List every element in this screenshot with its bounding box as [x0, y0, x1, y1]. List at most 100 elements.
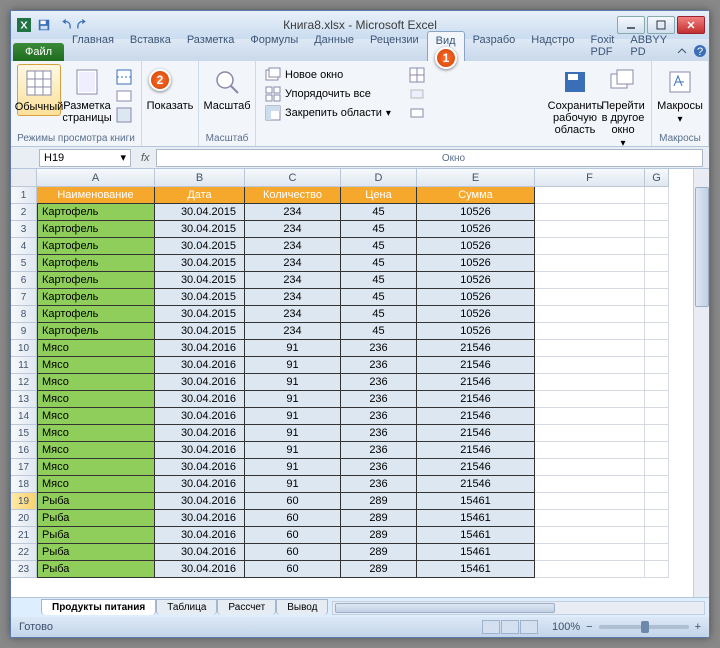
macros-button[interactable]: Макросы ▾ — [658, 64, 702, 127]
tab-foxit pdf[interactable]: Foxit PDF — [583, 31, 623, 61]
cell[interactable]: 60 — [245, 510, 341, 527]
cell[interactable]: Дата — [155, 187, 245, 204]
cell[interactable]: 21546 — [417, 340, 535, 357]
cell[interactable]: 30.04.2016 — [155, 527, 245, 544]
new-window-button[interactable]: Новое окно — [262, 66, 394, 84]
cell[interactable]: 234 — [245, 323, 341, 340]
cell[interactable]: Мясо — [37, 340, 155, 357]
cell[interactable]: 30.04.2016 — [155, 340, 245, 357]
row-header[interactable]: 12 — [11, 374, 37, 391]
zoom-out-icon[interactable]: − — [586, 621, 592, 633]
arrange-all-button[interactable]: Упорядочить все — [262, 85, 394, 103]
cell[interactable]: 10526 — [417, 255, 535, 272]
cell[interactable]: Мясо — [37, 476, 155, 493]
cell[interactable]: Картофель — [37, 323, 155, 340]
page-layout-view-icon[interactable] — [501, 620, 519, 634]
split-button[interactable] — [406, 66, 428, 84]
cell[interactable]: Мясо — [37, 374, 155, 391]
cell[interactable]: 21546 — [417, 476, 535, 493]
cell[interactable]: Картофель — [37, 238, 155, 255]
cell[interactable]: 30.04.2016 — [155, 493, 245, 510]
select-all-corner[interactable] — [11, 169, 37, 187]
cell[interactable] — [535, 323, 645, 340]
cell[interactable]: 45 — [341, 323, 417, 340]
cell[interactable]: 236 — [341, 476, 417, 493]
cell[interactable]: 45 — [341, 289, 417, 306]
cell[interactable]: 236 — [341, 374, 417, 391]
tab-разрабо[interactable]: Разрабо — [465, 31, 524, 61]
cell[interactable] — [645, 425, 669, 442]
cell[interactable] — [645, 289, 669, 306]
cell[interactable]: Наименование — [37, 187, 155, 204]
name-box[interactable]: H19▾ — [39, 149, 131, 167]
cell[interactable]: 236 — [341, 459, 417, 476]
cell[interactable]: Рыба — [37, 544, 155, 561]
cell[interactable]: 45 — [341, 204, 417, 221]
zoom-slider-thumb[interactable] — [641, 621, 649, 633]
row-header[interactable]: 6 — [11, 272, 37, 289]
row-header[interactable]: 4 — [11, 238, 37, 255]
cell[interactable] — [535, 289, 645, 306]
row-header[interactable]: 1 — [11, 187, 37, 204]
cell[interactable]: 234 — [245, 204, 341, 221]
cell[interactable]: 234 — [245, 238, 341, 255]
cell[interactable]: Картофель — [37, 255, 155, 272]
cell[interactable] — [535, 255, 645, 272]
ribbon-minimize-icon[interactable] — [675, 44, 689, 61]
zoom-button[interactable]: Масштаб — [205, 64, 249, 114]
row-header[interactable]: 22 — [11, 544, 37, 561]
cell[interactable]: 234 — [245, 306, 341, 323]
cell[interactable]: 234 — [245, 272, 341, 289]
cell[interactable]: 30.04.2016 — [155, 425, 245, 442]
cell[interactable] — [535, 408, 645, 425]
cell[interactable] — [535, 221, 645, 238]
cell[interactable] — [645, 374, 669, 391]
cell[interactable] — [645, 306, 669, 323]
cell[interactable] — [645, 340, 669, 357]
cell[interactable] — [645, 391, 669, 408]
cell[interactable] — [645, 357, 669, 374]
cell[interactable] — [535, 544, 645, 561]
hide-button[interactable] — [406, 85, 428, 103]
switch-windows-button[interactable]: Перейти в другое окно ▾ — [601, 64, 645, 151]
cell[interactable]: 30.04.2015 — [155, 272, 245, 289]
cell[interactable]: 30.04.2015 — [155, 255, 245, 272]
cell[interactable]: 30.04.2016 — [155, 459, 245, 476]
cell[interactable]: 15461 — [417, 493, 535, 510]
cell[interactable]: Картофель — [37, 289, 155, 306]
cell[interactable]: Рыба — [37, 493, 155, 510]
cell[interactable]: 236 — [341, 391, 417, 408]
tab-рецензии[interactable]: Рецензии — [362, 31, 427, 61]
cell[interactable] — [535, 527, 645, 544]
row-header[interactable]: 19 — [11, 493, 37, 510]
cell[interactable]: 60 — [245, 544, 341, 561]
cell[interactable]: 234 — [245, 255, 341, 272]
tab-file[interactable]: Файл — [13, 43, 64, 61]
page-break-preview-button[interactable] — [113, 68, 135, 86]
cell[interactable] — [645, 510, 669, 527]
cell[interactable]: 236 — [341, 357, 417, 374]
column-header-D[interactable]: D — [341, 169, 417, 187]
cell[interactable]: 10526 — [417, 238, 535, 255]
cell[interactable]: 91 — [245, 425, 341, 442]
cell[interactable]: Рыба — [37, 561, 155, 578]
cell[interactable] — [535, 340, 645, 357]
page-break-view-icon[interactable] — [520, 620, 538, 634]
cell[interactable]: 30.04.2015 — [155, 323, 245, 340]
cell[interactable]: 289 — [341, 493, 417, 510]
cell[interactable]: 236 — [341, 425, 417, 442]
cell[interactable]: 45 — [341, 272, 417, 289]
cell[interactable]: 60 — [245, 493, 341, 510]
cell[interactable]: 21546 — [417, 391, 535, 408]
tab-формулы[interactable]: Формулы — [242, 31, 306, 61]
sheet-tab[interactable]: Вывод — [276, 599, 328, 615]
excel-icon[interactable] — [15, 16, 33, 34]
cell[interactable]: 30.04.2015 — [155, 238, 245, 255]
row-header[interactable]: 20 — [11, 510, 37, 527]
cell[interactable]: 21546 — [417, 374, 535, 391]
row-header[interactable]: 18 — [11, 476, 37, 493]
cell[interactable]: 91 — [245, 442, 341, 459]
cell[interactable]: Картофель — [37, 221, 155, 238]
zoom-slider[interactable] — [599, 625, 689, 629]
close-button[interactable] — [677, 16, 705, 34]
